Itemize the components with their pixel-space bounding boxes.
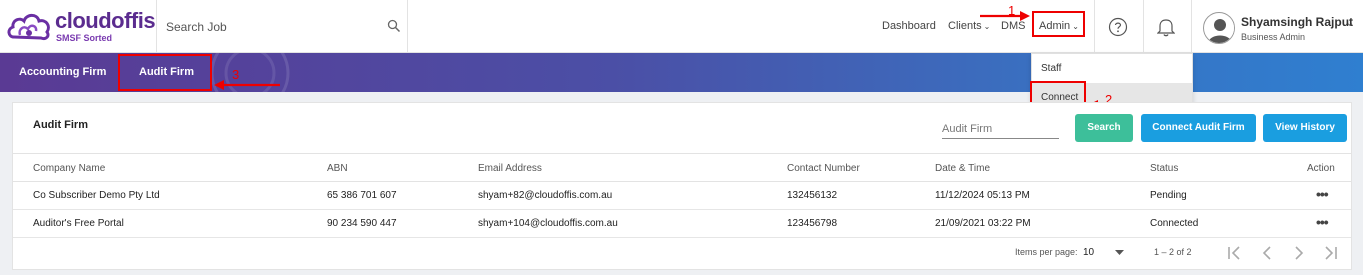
audit-firm-filter-input[interactable] bbox=[942, 119, 1059, 139]
user-avatar-icon bbox=[1205, 14, 1234, 43]
table-header: Company Name ABN Email Address Contact N… bbox=[13, 153, 1351, 182]
chevron-down-icon: ⌄ bbox=[983, 22, 991, 31]
previous-page-icon[interactable] bbox=[1256, 244, 1278, 262]
column-header-contact: Contact Number bbox=[787, 163, 860, 174]
brand-logo[interactable]: cloudoffis SMSF Sorted bbox=[6, 8, 156, 46]
view-history-button[interactable]: View History bbox=[1263, 114, 1347, 142]
cell-email: shyam+82@cloudoffis.com.au bbox=[478, 190, 613, 201]
items-per-page-select[interactable]: 10 bbox=[1083, 243, 1155, 261]
annotation-box-audit-firm bbox=[118, 54, 212, 91]
last-page-icon[interactable] bbox=[1320, 244, 1342, 262]
column-header-email: Email Address bbox=[478, 163, 542, 174]
pagination-range: 1 – 2 of 2 bbox=[1154, 247, 1192, 257]
divider bbox=[1191, 0, 1192, 53]
dropdown-arrow-icon bbox=[1115, 250, 1124, 255]
card-title: Audit Firm bbox=[33, 119, 88, 131]
audit-firm-card: Audit Firm Search Connect Audit Firm Vie… bbox=[12, 102, 1352, 270]
first-page-icon[interactable] bbox=[1223, 244, 1245, 262]
table-row: Co Subscriber Demo Pty Ltd 65 386 701 60… bbox=[13, 182, 1351, 210]
search-job-input[interactable] bbox=[166, 17, 376, 37]
cell-company: Auditor's Free Portal bbox=[33, 218, 124, 229]
row-actions-menu-icon[interactable]: ••• bbox=[1316, 214, 1329, 230]
nav-clients-label: Clients bbox=[948, 20, 982, 32]
bell-icon[interactable] bbox=[1157, 17, 1175, 37]
annotation-arrow-left-icon bbox=[214, 80, 280, 90]
nav-dashboard[interactable]: Dashboard bbox=[882, 20, 936, 32]
row-actions-menu-icon[interactable]: ••• bbox=[1316, 186, 1329, 202]
help-icon[interactable] bbox=[1108, 17, 1128, 37]
top-header: cloudoffis SMSF Sorted Dashboard Clients… bbox=[0, 0, 1363, 53]
cell-email: shyam+104@cloudoffis.com.au bbox=[478, 218, 618, 229]
column-header-status: Status bbox=[1150, 163, 1179, 174]
connect-audit-firm-button[interactable]: Connect Audit Firm bbox=[1141, 114, 1256, 142]
search-button[interactable]: Search bbox=[1075, 114, 1133, 142]
cell-company: Co Subscriber Demo Pty Ltd bbox=[33, 190, 160, 201]
cloud-logo-icon bbox=[7, 13, 50, 40]
chevron-down-icon[interactable]: ⌄ bbox=[1346, 18, 1354, 29]
avatar[interactable] bbox=[1203, 12, 1235, 44]
column-header-datetime: Date & Time bbox=[935, 163, 991, 174]
cell-datetime: 21/09/2021 03:22 PM bbox=[935, 218, 1031, 229]
search-icon[interactable] bbox=[387, 19, 401, 33]
tab-accounting-firm[interactable]: Accounting Firm bbox=[19, 66, 106, 78]
column-header-company: Company Name bbox=[33, 163, 106, 174]
cell-abn: 90 234 590 447 bbox=[327, 218, 397, 229]
cell-datetime: 11/12/2024 05:13 PM bbox=[935, 190, 1030, 201]
items-per-page-label: Items per page: bbox=[1015, 247, 1078, 257]
menu-item-staff[interactable]: Staff bbox=[1032, 54, 1192, 84]
cell-status: Connected bbox=[1150, 218, 1199, 229]
user-role: Business Admin bbox=[1241, 32, 1306, 42]
annotation-arrow-right-icon bbox=[980, 11, 1030, 21]
brand-name: cloudoffis bbox=[55, 8, 156, 33]
brand-tagline: SMSF Sorted bbox=[56, 33, 113, 43]
user-name[interactable]: Shyamsingh Rajput bbox=[1241, 15, 1353, 29]
cell-contact: 132456132 bbox=[787, 190, 838, 201]
annotation-box-admin bbox=[1032, 11, 1085, 37]
items-per-page-value: 10 bbox=[1083, 247, 1095, 258]
job-search bbox=[156, 0, 408, 53]
cell-status: Pending bbox=[1150, 190, 1187, 201]
cell-contact: 123456798 bbox=[787, 218, 838, 229]
column-header-abn: ABN bbox=[327, 163, 348, 174]
column-header-action: Action bbox=[1307, 163, 1335, 174]
next-page-icon[interactable] bbox=[1288, 244, 1310, 262]
divider bbox=[1094, 0, 1095, 53]
divider bbox=[1143, 0, 1144, 53]
cell-abn: 65 386 701 607 bbox=[327, 190, 397, 201]
table-row: Auditor's Free Portal 90 234 590 447 shy… bbox=[13, 210, 1351, 238]
